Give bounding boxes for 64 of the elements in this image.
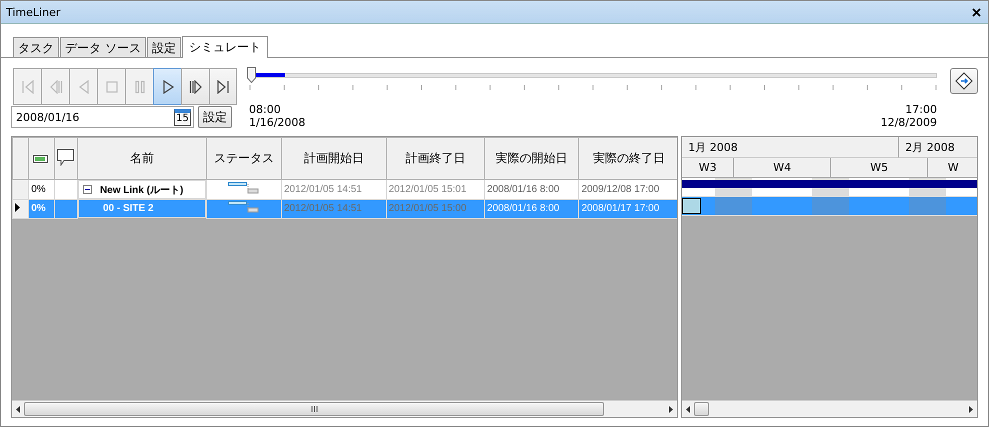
pause-icon <box>132 80 146 94</box>
timeline-slider[interactable] <box>249 68 937 82</box>
status-icon <box>228 201 260 213</box>
actual-start-cell: 2008/01/16 8:00 <box>484 180 579 199</box>
planned-start-cell: 2012/01/05 14:51 <box>282 180 386 199</box>
planned-end-cell: 2012/01/05 15:00 <box>386 199 485 218</box>
step-back-icon <box>48 80 62 94</box>
actual-end-cell: 2008/01/17 17:00 <box>578 199 678 218</box>
tab[interactable]: 設定 <box>146 37 181 57</box>
task-row[interactable]: 0% New Link (ルート) 2012/01/05 14:51 2012/01/05 15:01 2008/01/16 8:00 2009/12/08 17:00 <box>12 180 678 199</box>
actual-end-cell: 2009/12/08 17:00 <box>578 180 678 199</box>
column-header[interactable]: 計画開始日 <box>282 138 386 180</box>
column-header[interactable]: 実際の終了日 <box>578 138 678 180</box>
row-header <box>12 180 29 199</box>
calendar-icon[interactable]: 15 <box>174 108 191 126</box>
slider-thumb[interactable] <box>247 67 256 83</box>
task-name: New Link (ルート) <box>100 184 184 196</box>
window-title: TimeLiner <box>6 6 60 18</box>
task-bar[interactable] <box>682 198 702 214</box>
scroll-right-icon[interactable] <box>669 406 674 412</box>
column-header[interactable]: ステータス <box>206 138 282 180</box>
task-name: 00 - SITE 2 <box>102 203 154 214</box>
reverse-icon <box>76 80 90 94</box>
column-header[interactable]: 実際の開始日 <box>484 138 579 180</box>
column-header[interactable]: 名前 <box>77 138 206 180</box>
last-button[interactable] <box>209 68 237 105</box>
tab[interactable]: データ ソース <box>60 37 146 57</box>
end-date: 12/8/2009 <box>880 116 937 129</box>
weekend-shading <box>812 197 850 215</box>
tab[interactable]: シミュレート <box>182 36 268 58</box>
status-icon <box>228 182 260 194</box>
first-icon <box>20 80 34 94</box>
horizontal-scrollbar[interactable] <box>682 400 977 417</box>
scroll-left-icon[interactable] <box>686 406 690 412</box>
last-icon <box>216 80 230 94</box>
scroll-thumb[interactable] <box>24 402 604 416</box>
start-time: 08:00 <box>249 103 282 116</box>
step-forward-button[interactable] <box>181 68 209 105</box>
tab[interactable]: タスク <box>13 37 59 57</box>
set-button[interactable]: 設定 <box>198 106 232 128</box>
scroll-right-icon[interactable] <box>969 406 973 412</box>
play-button[interactable] <box>153 68 181 105</box>
step-forward-icon <box>188 80 202 94</box>
actual-start-cell: 2008/01/16 8:00 <box>484 199 579 218</box>
stop-icon <box>104 80 118 94</box>
end-time: 17:00 <box>905 103 937 116</box>
progress-cell: 0% <box>28 199 54 218</box>
date-field[interactable]: 2008/01/16 15 <box>11 106 194 128</box>
collapse-icon[interactable] <box>82 185 92 194</box>
weekend-shading <box>715 197 752 215</box>
horizontal-scrollbar[interactable] <box>12 400 678 417</box>
weekend-shading <box>909 197 946 215</box>
planned-start-cell: 2012/01/05 14:51 <box>282 199 386 218</box>
battery-icon <box>33 154 50 162</box>
close-icon[interactable] <box>972 8 981 16</box>
scroll-thumb[interactable] <box>694 402 710 416</box>
start-date: 1/16/2008 <box>249 116 306 129</box>
play-icon <box>160 80 174 94</box>
scroll-left-icon[interactable] <box>16 406 20 412</box>
comment-icon <box>57 148 74 166</box>
column-header[interactable]: 計画終了日 <box>386 138 485 180</box>
planned-end-cell: 2012/01/05 15:01 <box>386 180 485 199</box>
export-button[interactable] <box>950 68 978 94</box>
progress-cell: 0% <box>28 180 54 199</box>
